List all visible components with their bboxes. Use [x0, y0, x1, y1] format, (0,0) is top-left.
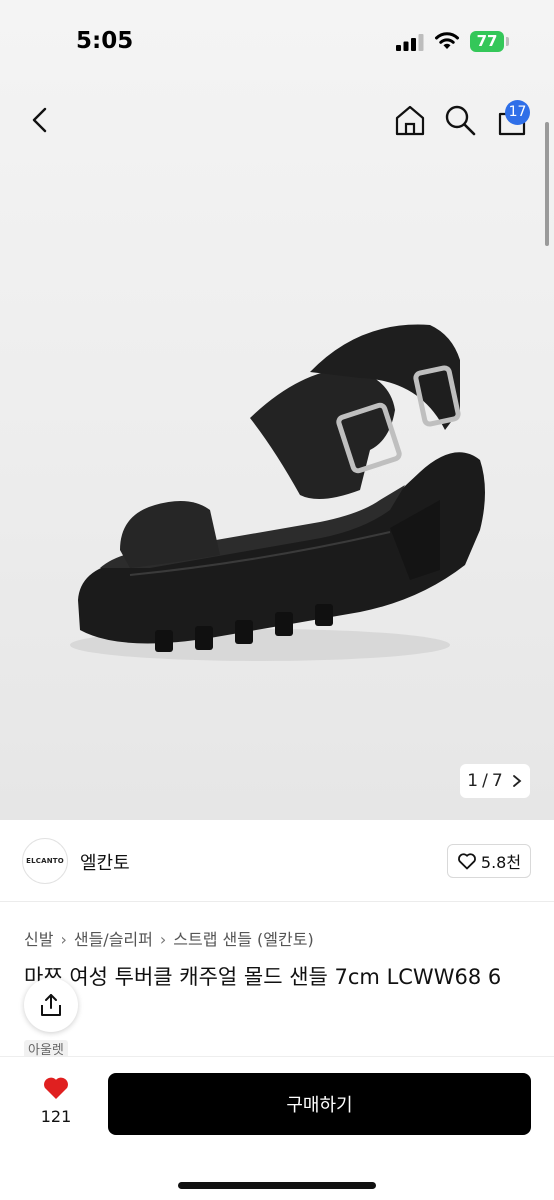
seller-like-count: 5.8천: [480, 853, 522, 872]
heart-filled-icon: [44, 1077, 68, 1099]
battery-indicator: 77: [470, 31, 504, 52]
wifi-icon: [435, 32, 459, 49]
seller-logo[interactable]: ELCANTO: [22, 838, 68, 884]
back-icon[interactable]: [22, 102, 58, 138]
wish-button[interactable]: 121: [30, 1074, 82, 1126]
pager-total: 7: [491, 771, 503, 791]
share-button[interactable]: [24, 978, 78, 1032]
seller-row: ELCANTO 엘칸토 5.8천: [0, 820, 554, 902]
share-icon: [41, 994, 61, 1016]
pager-current: 1: [467, 771, 479, 791]
buy-button[interactable]: 구매하기: [108, 1073, 531, 1135]
product-title: 마쯔 여성 투버클 캐주얼 몰드 샌들 7cm LCWW68 6: [24, 965, 502, 989]
breadcrumb-item[interactable]: 샌들/슬리퍼: [74, 930, 153, 949]
home-indicator[interactable]: [178, 1182, 376, 1189]
status-bar: 5:05 77: [0, 0, 554, 84]
scrollbar[interactable]: [545, 122, 549, 246]
breadcrumb-item[interactable]: 스트랩 샌들 (엘칸토): [173, 930, 313, 949]
home-icon[interactable]: [392, 102, 428, 138]
product-image[interactable]: [60, 300, 500, 680]
gallery-pager[interactable]: 1 / 7: [460, 764, 530, 798]
seller-name[interactable]: 엘칸토: [80, 849, 130, 875]
seller-logo-text: ELCANTO: [26, 857, 64, 865]
breadcrumb-separator-icon: ›: [159, 930, 167, 949]
signal-icon: [396, 34, 424, 51]
cart-count-badge: 17: [505, 100, 530, 125]
seller-like-button[interactable]: 5.8천: [447, 844, 531, 878]
breadcrumb-item[interactable]: 신발: [24, 930, 53, 949]
battery-cap: [506, 37, 509, 46]
chevron-right-icon: [512, 775, 522, 787]
breadcrumb-separator-icon: ›: [60, 930, 67, 949]
status-time: 5:05: [76, 28, 134, 54]
heart-outline-icon: [458, 853, 476, 870]
pager-separator: /: [482, 771, 488, 791]
search-icon[interactable]: [442, 102, 478, 138]
breadcrumb: 신발 › 샌들/슬리퍼 › 스트랩 샌들 (엘칸토): [24, 926, 314, 950]
wish-count: 121: [40, 1107, 72, 1126]
